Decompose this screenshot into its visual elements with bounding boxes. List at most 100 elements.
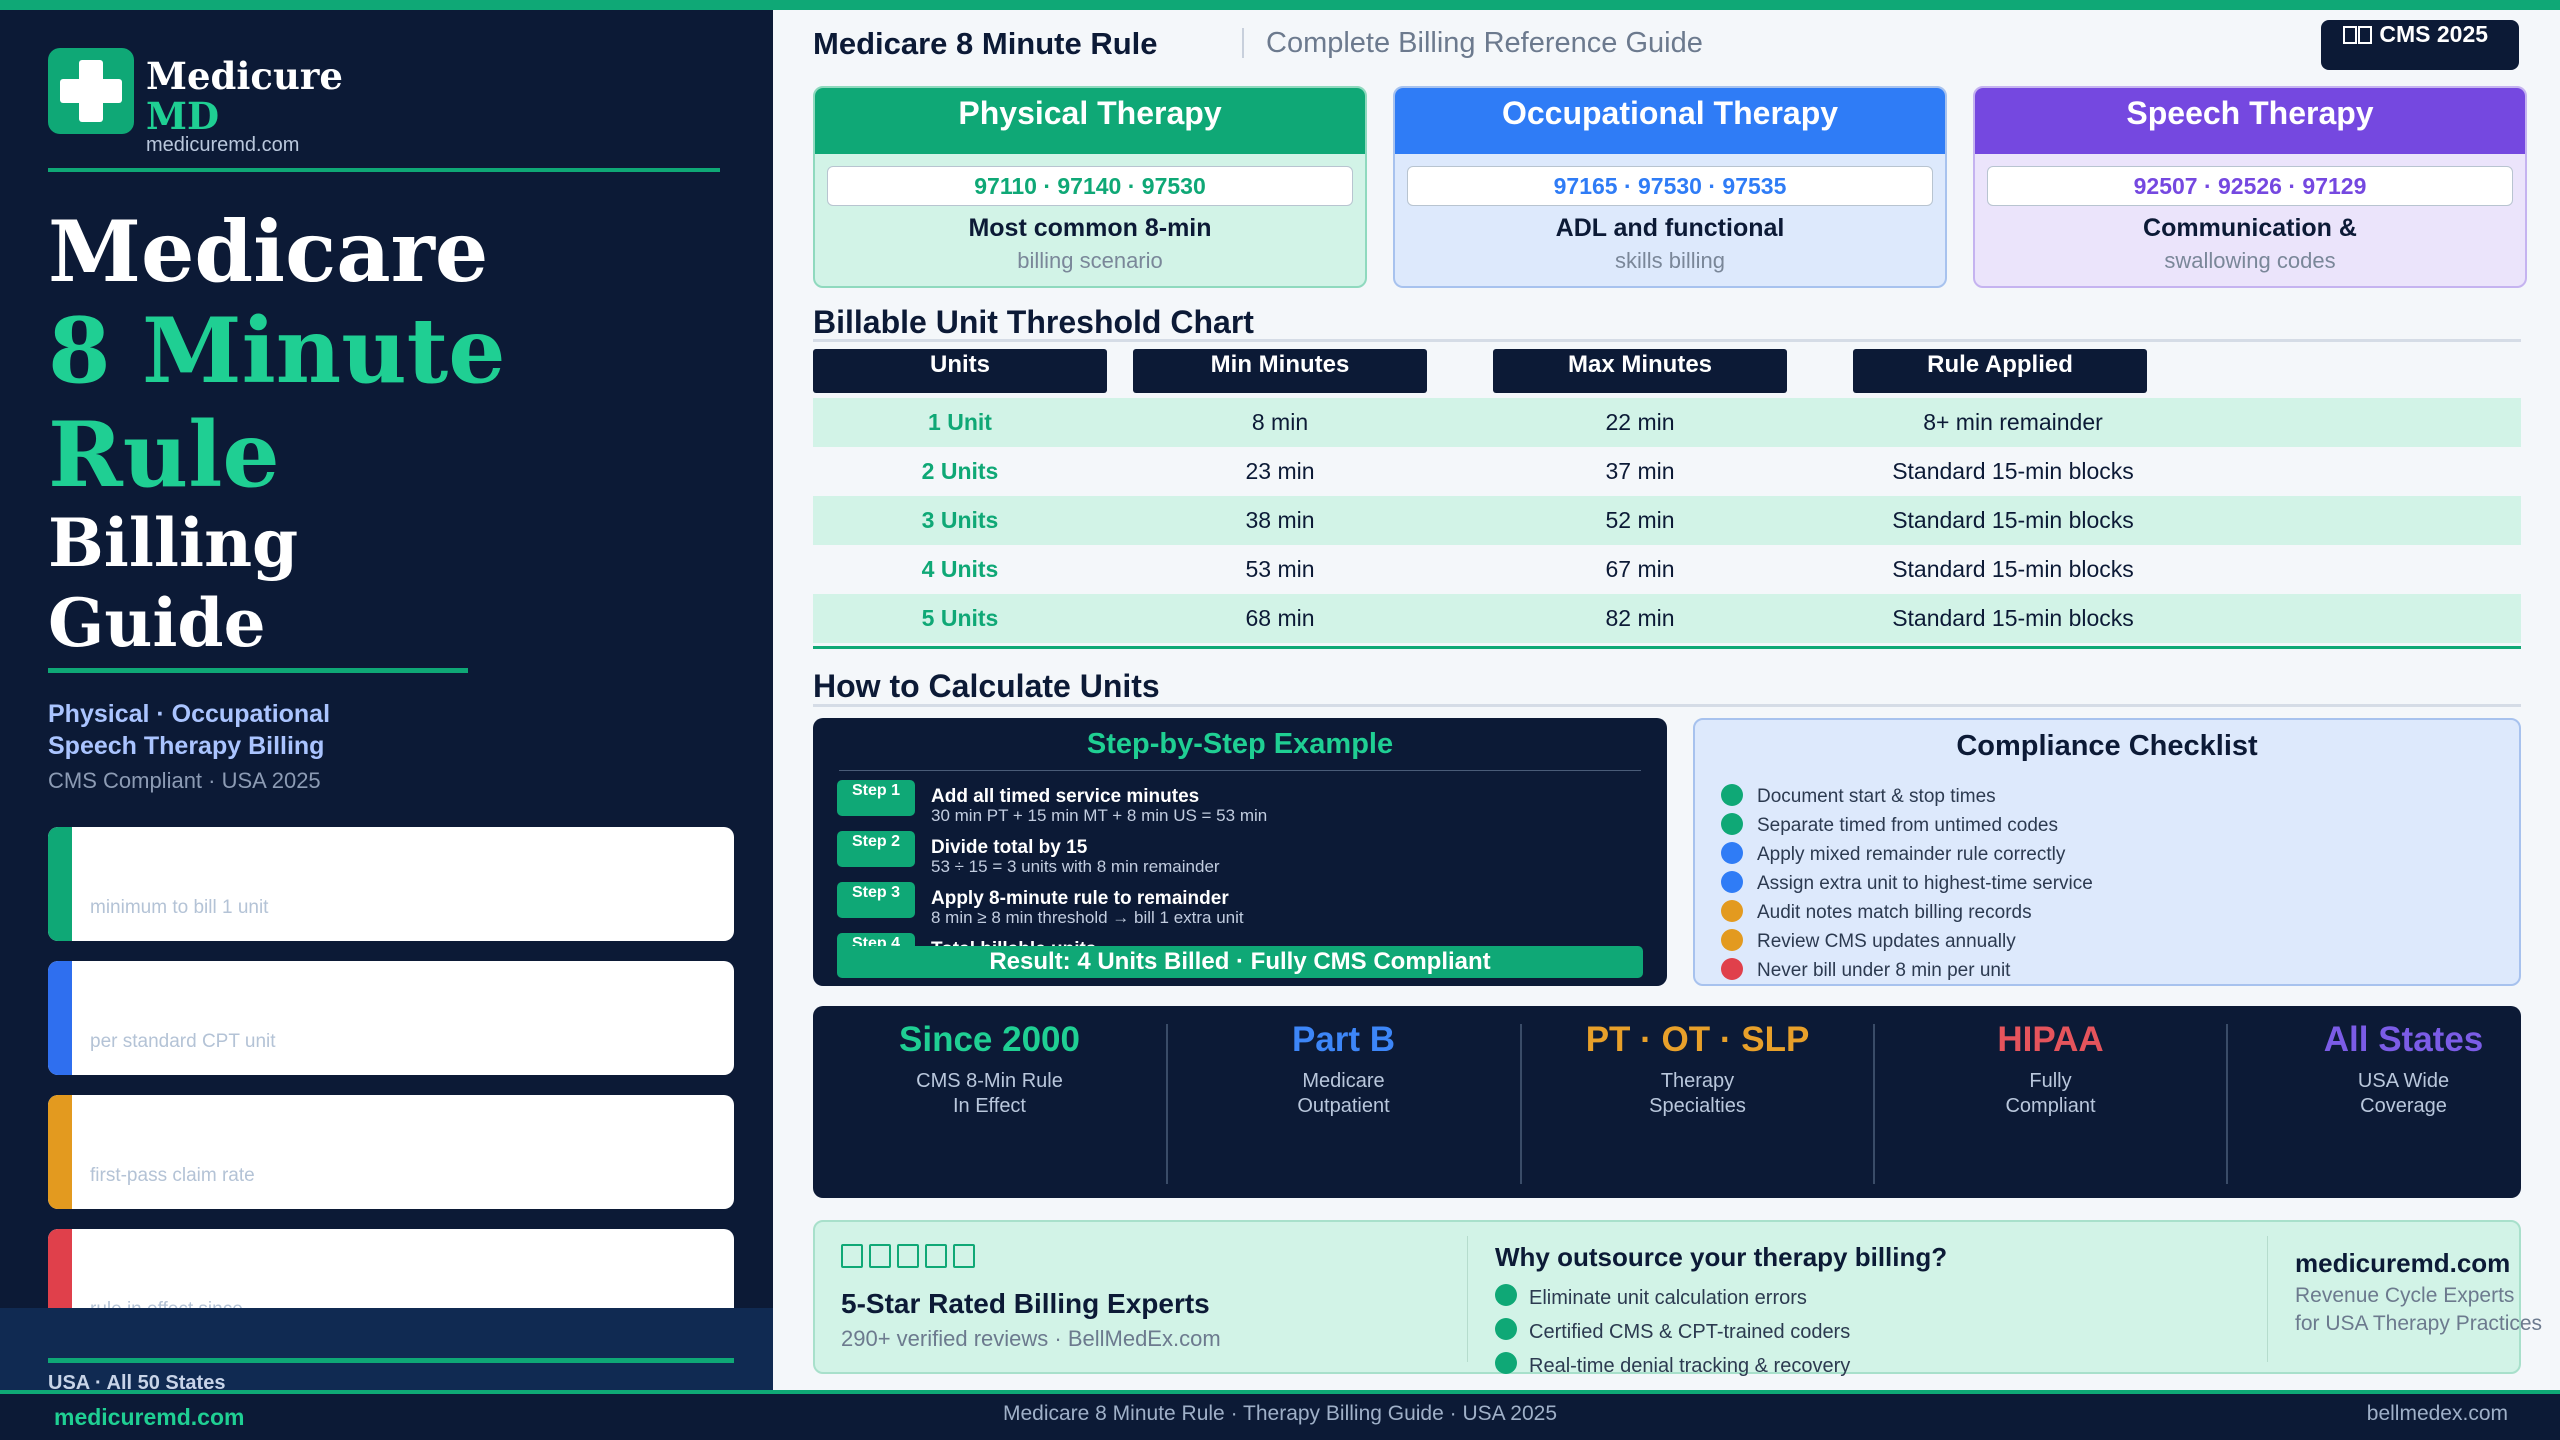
band-label: Outpatient (1297, 1095, 1390, 1117)
table-row: 4 Units 53 min 67 min Standard 15-min bl… (813, 545, 2521, 594)
band-value: Since 2000 (899, 1020, 1080, 1059)
cell-rule: Standard 15-min blocks (1892, 605, 2134, 631)
brand-url[interactable]: medicuremd.com (146, 134, 299, 157)
card-line2: swallowing codes (2164, 248, 2336, 273)
cms-badge: CMS 2025 (2321, 20, 2519, 70)
card-title: Physical Therapy (815, 88, 1365, 154)
col-header-min: Min Minutes (1133, 349, 1427, 393)
bullet-dot-icon (1721, 958, 1743, 980)
hero-title-line2: 8 Minute (48, 298, 506, 404)
band-label: Compliant (2005, 1095, 2096, 1117)
contact-line2: for USA Therapy Practices (2295, 1312, 2543, 1335)
stat-card: first-pass claim rate (48, 1095, 734, 1209)
bullet-dot-icon (1721, 813, 1743, 835)
step-badge: Step 3 (837, 882, 915, 918)
divider (813, 646, 2521, 649)
band-value: All States (2323, 1020, 2484, 1059)
cell-rule: Standard 15-min blocks (1892, 458, 2134, 484)
section-title-calculate: How to Calculate Units (813, 668, 1160, 704)
footer-middle: Medicare 8 Minute Rule · Therapy Billing… (1002, 1402, 1558, 1425)
divider (839, 770, 1641, 771)
card-physical-therapy[interactable]: Physical Therapy 97110 · 97140 · 97530 M… (813, 86, 1367, 288)
bullet-dot-icon (1721, 842, 1743, 864)
contact-site[interactable]: medicuremd.com (2295, 1248, 2510, 1279)
footer-left-link[interactable]: medicuremd.com (54, 1404, 244, 1431)
cell-min: 53 min (1245, 556, 1315, 582)
divider (48, 1358, 734, 1363)
band-label: Coverage (2360, 1095, 2447, 1117)
section-title-threshold: Billable Unit Threshold Chart (813, 304, 1254, 340)
cpt-codes: 92507 · 92526 · 97129 (1987, 166, 2513, 206)
brand-suffix: MD (146, 94, 220, 138)
star-icon (925, 1244, 947, 1268)
divider (2267, 1236, 2268, 1362)
page-title: Medicare 8 Minute Rule (813, 26, 1158, 61)
reviews-title: 5-Star Rated Billing Experts (841, 1288, 1210, 1319)
cell-units: 5 Units (921, 605, 999, 631)
stats-band: Since 2000 CMS 8-Min Rule In Effect Part… (813, 1006, 2521, 1198)
step-badge: Step 1 (837, 780, 915, 816)
reviews-subtitle: 290+ verified reviews · BellMedEx.com (841, 1326, 1221, 1351)
col-header-units: Units (813, 349, 1107, 393)
band-stat: Since 2000 CMS 8-Min Rule In Effect (813, 1006, 1166, 1198)
col-header-max: Max Minutes (1493, 349, 1787, 393)
band-value: Part B (1291, 1020, 1396, 1059)
panel-title: Compliance Checklist (1956, 730, 2258, 762)
cell-units: 4 Units (921, 556, 999, 582)
step-title: Add all timed service minutes (931, 786, 1200, 807)
stat-caption: minimum to bill 1 unit (90, 897, 269, 918)
stat-caption: first-pass claim rate (90, 1165, 255, 1186)
stat-card: minimum to bill 1 unit (48, 827, 734, 941)
cell-rule: Standard 15-min blocks (1892, 556, 2134, 582)
card-title: Occupational Therapy (1395, 88, 1945, 154)
band-value: PT · OT · SLP (1585, 1020, 1810, 1059)
band-stat: PT · OT · SLP Therapy Specialties (1521, 1006, 1874, 1198)
band-stat: HIPAA Fully Compliant (1874, 1006, 2227, 1198)
divider (48, 168, 720, 172)
hero-title-line3: Rule (48, 402, 280, 508)
divider (48, 668, 468, 673)
result-banner: Result: 4 Units Billed · Fully CMS Compl… (837, 946, 1643, 978)
cell-max: 67 min (1605, 556, 1675, 582)
why-title: Why outsource your therapy billing? (1495, 1242, 1948, 1272)
divider (813, 339, 2521, 342)
star-icon (841, 1244, 863, 1268)
step-detail: 8 min ≥ 8 min threshold → bill 1 extra u… (931, 908, 1244, 927)
cell-units: 1 Unit (928, 409, 992, 435)
cpt-codes: 97110 · 97140 · 97530 (827, 166, 1353, 206)
card-line1: Communication & (2143, 214, 2357, 242)
band-stat: All States USA Wide Coverage (2227, 1006, 2560, 1198)
bullet-dot-icon (1495, 1318, 1517, 1340)
contact-line1: Revenue Cycle Experts (2295, 1284, 2515, 1307)
bullet-dot-icon (1721, 871, 1743, 893)
footer: Medicare 8 Minute Rule · Therapy Billing… (0, 1390, 2560, 1440)
hero-title-line1: Medicare (48, 202, 489, 301)
step-detail: 53 ÷ 15 = 3 units with 8 min remainder (931, 857, 1220, 876)
bullet-dot-icon (1495, 1284, 1517, 1306)
cell-min: 38 min (1245, 507, 1315, 533)
hero-title-line5: Guide (48, 584, 266, 662)
step-title: Divide total by 15 (931, 837, 1088, 858)
divider (1467, 1236, 1468, 1362)
table-row: 5 Units 68 min 82 min Standard 15-min bl… (813, 594, 2521, 643)
card-title: Speech Therapy (1975, 88, 2525, 154)
band-label: Medicare (1302, 1070, 1385, 1092)
card-line2: skills billing (1614, 248, 1726, 273)
band-label: In Effect (952, 1095, 1026, 1117)
card-speech-therapy[interactable]: Speech Therapy 92507 · 92526 · 97129 Com… (1973, 86, 2527, 288)
step-title: Apply 8-minute rule to remainder (931, 888, 1229, 909)
footer-right-link[interactable]: bellmedex.com (2367, 1402, 2508, 1426)
card-line1: Most common 8-min (968, 214, 1212, 242)
step-detail: 30 min PT + 15 min MT + 8 min US = 53 mi… (931, 806, 1268, 825)
stat-accent (48, 1095, 72, 1209)
bullet-dot-icon (1495, 1352, 1517, 1374)
stat-accent (48, 961, 72, 1075)
band-value: HIPAA (1997, 1020, 2104, 1059)
band-label: Therapy (1660, 1070, 1735, 1092)
card-occupational-therapy[interactable]: Occupational Therapy 97165 · 97530 · 975… (1393, 86, 1947, 288)
bullet-dot-icon (1721, 784, 1743, 806)
cell-max: 52 min (1605, 507, 1675, 533)
page-subtitle: Complete Billing Reference Guide (1266, 27, 1703, 59)
table-row: 3 Units 38 min 52 min Standard 15-min bl… (813, 496, 2521, 545)
cell-min: 23 min (1245, 458, 1315, 484)
